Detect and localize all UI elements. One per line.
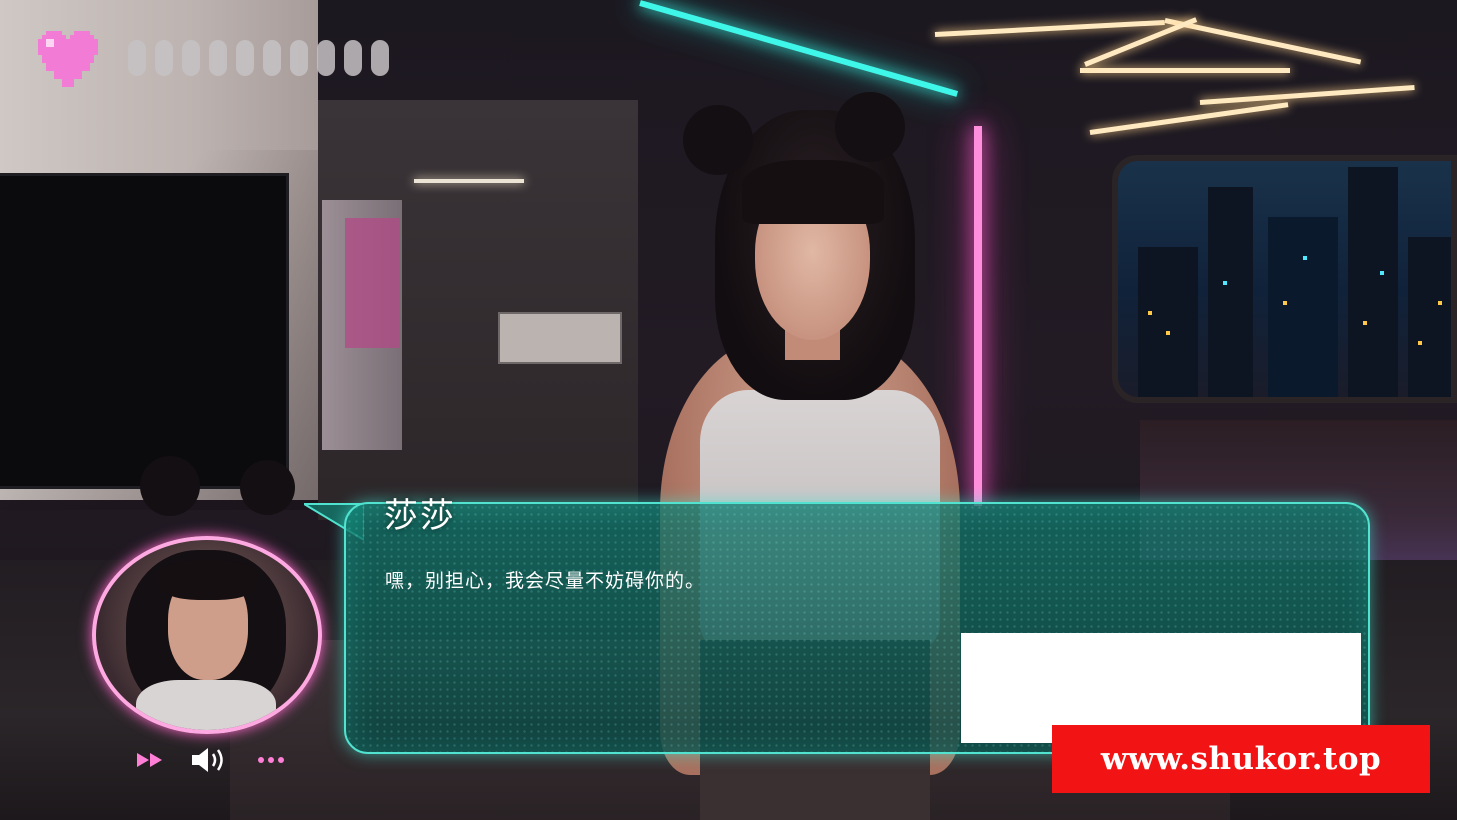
meter-pill <box>263 40 281 76</box>
speaker-icon <box>192 748 223 772</box>
voice-button[interactable] <box>188 745 232 775</box>
television <box>0 176 286 486</box>
meter-pill <box>128 40 146 76</box>
ceiling-lamp-bar <box>934 19 1165 37</box>
dialogue-text: 嘿，别担心，我会尽量不妨碍你的。 <box>385 570 706 592</box>
meter-pill <box>182 40 200 76</box>
watermark-banner: www.shukor.top <box>1052 725 1430 793</box>
neon-light-pink <box>974 126 982 506</box>
neon-light-cyan <box>639 0 959 97</box>
meter-pill <box>290 40 308 76</box>
affection-meter <box>128 40 389 76</box>
ceiling-lamp-bar <box>1199 85 1415 105</box>
city-window <box>1112 155 1457 403</box>
pixel-heart-icon <box>38 30 98 88</box>
microwave <box>498 312 622 364</box>
fast-forward-icon <box>137 753 162 767</box>
ceiling-lamp-bar <box>1080 68 1290 73</box>
speaker-avatar <box>92 536 322 734</box>
ellipsis-icon <box>258 757 284 763</box>
meter-pill <box>209 40 227 76</box>
meter-pill <box>317 40 335 76</box>
menu-button[interactable] <box>255 745 287 775</box>
avatar-hair-bun <box>140 456 200 516</box>
meter-pill <box>236 40 254 76</box>
speaker-name: 莎莎 <box>384 496 456 536</box>
ceiling-lamp-bar <box>1089 102 1289 135</box>
ceiling-lamp-bar <box>1164 18 1362 65</box>
avatar-hair-bun <box>240 460 295 515</box>
meter-pill <box>344 40 362 76</box>
skip-button[interactable] <box>132 745 168 775</box>
watermark-text: www.shukor.top <box>1100 741 1382 777</box>
meter-pill <box>371 40 389 76</box>
meter-pill <box>155 40 173 76</box>
